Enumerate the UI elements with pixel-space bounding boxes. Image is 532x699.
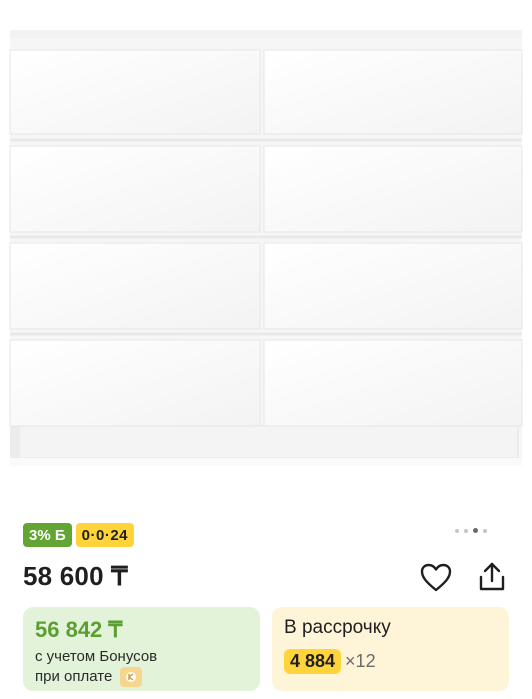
- bonus-note-line2-text: при оплате: [35, 668, 113, 685]
- dresser-photo: [9, 30, 523, 466]
- installment-amount: 4 884: [284, 649, 342, 674]
- installment-card[interactable]: В рассрочку 4 884 ×12: [272, 607, 509, 691]
- favorite-button[interactable]: [420, 563, 452, 593]
- heart-icon: [420, 563, 452, 592]
- installment-label: В рассрочку: [284, 617, 391, 638]
- bonus-badge: 3% Б: [23, 523, 72, 547]
- pager-dot: [464, 528, 468, 533]
- bonus-price-card[interactable]: 56 842 ₸ с учетом Бонусов при оплате: [23, 607, 260, 691]
- pager-dot: [483, 528, 487, 533]
- bonus-price: 56 842 ₸: [35, 617, 123, 642]
- kaspi-logo-icon: [120, 667, 143, 688]
- bonus-note-line2: при оплате: [35, 667, 248, 688]
- pager-dot-active: [473, 528, 478, 533]
- installment-row: 4 884 ×12: [284, 649, 497, 674]
- installment-months: ×12: [345, 651, 376, 671]
- product-image[interactable]: [0, 0, 532, 500]
- badges-row: 3% Б 0·0·24: [23, 523, 134, 547]
- gallery-pager: [455, 528, 487, 533]
- share-button[interactable]: [476, 561, 508, 593]
- installment-badge: 0·0·24: [75, 523, 134, 547]
- pager-dot: [455, 528, 459, 533]
- product-price: 58 600 ₸: [23, 561, 128, 591]
- bonus-note-line1: с учетом Бонусов: [35, 648, 158, 665]
- share-icon: [479, 562, 505, 591]
- bonus-note: с учетом Бонусов при оплате: [35, 647, 248, 688]
